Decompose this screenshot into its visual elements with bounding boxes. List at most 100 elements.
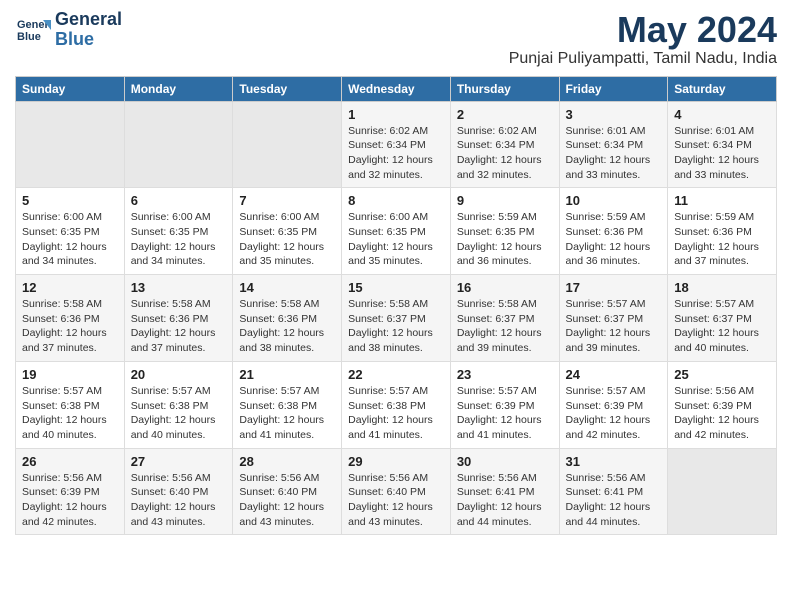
day-number: 25 xyxy=(674,367,770,382)
day-number: 5 xyxy=(22,193,118,208)
day-number: 27 xyxy=(131,454,227,469)
day-number: 1 xyxy=(348,107,444,122)
day-info: Sunrise: 5:57 AMSunset: 6:37 PMDaylight:… xyxy=(674,297,770,356)
week-row-3: 12 Sunrise: 5:58 AMSunset: 6:36 PMDayligh… xyxy=(16,275,777,362)
weekday-header-thursday: Thursday xyxy=(450,76,559,101)
day-number: 3 xyxy=(566,107,662,122)
day-info: Sunrise: 6:00 AMSunset: 6:35 PMDaylight:… xyxy=(239,210,335,269)
day-number: 11 xyxy=(674,193,770,208)
page-subtitle: Punjai Puliyampatti, Tamil Nadu, India xyxy=(509,50,777,68)
day-info: Sunrise: 5:57 AMSunset: 6:38 PMDaylight:… xyxy=(348,384,444,443)
day-number: 9 xyxy=(457,193,553,208)
page-header: General Blue General Blue May 2024 Punja… xyxy=(15,10,777,68)
day-number: 30 xyxy=(457,454,553,469)
calendar-cell: 13 Sunrise: 5:58 AMSunset: 6:36 PMDayligh… xyxy=(124,275,233,362)
title-block: May 2024 Punjai Puliyampatti, Tamil Nadu… xyxy=(509,10,777,68)
weekday-header-friday: Friday xyxy=(559,76,668,101)
day-info: Sunrise: 6:00 AMSunset: 6:35 PMDaylight:… xyxy=(22,210,118,269)
day-info: Sunrise: 5:56 AMSunset: 6:40 PMDaylight:… xyxy=(131,471,227,530)
week-row-2: 5 Sunrise: 6:00 AMSunset: 6:35 PMDaylight… xyxy=(16,188,777,275)
day-number: 13 xyxy=(131,280,227,295)
day-info: Sunrise: 5:59 AMSunset: 6:35 PMDaylight:… xyxy=(457,210,553,269)
day-number: 7 xyxy=(239,193,335,208)
logo-text-block: General Blue xyxy=(55,10,122,50)
weekday-header-sunday: Sunday xyxy=(16,76,125,101)
day-info: Sunrise: 5:58 AMSunset: 6:36 PMDaylight:… xyxy=(239,297,335,356)
day-info: Sunrise: 5:58 AMSunset: 6:36 PMDaylight:… xyxy=(22,297,118,356)
day-info: Sunrise: 6:00 AMSunset: 6:35 PMDaylight:… xyxy=(348,210,444,269)
day-info: Sunrise: 5:57 AMSunset: 6:38 PMDaylight:… xyxy=(239,384,335,443)
calendar-cell: 15Sunrise: 5:58 AMSunset: 6:37 PMDayligh… xyxy=(342,275,451,362)
calendar-cell: 3 Sunrise: 6:01 AMSunset: 6:34 PMDaylight… xyxy=(559,101,668,188)
day-number: 23 xyxy=(457,367,553,382)
weekday-header-tuesday: Tuesday xyxy=(233,76,342,101)
calendar-cell: 20Sunrise: 5:57 AMSunset: 6:38 PMDayligh… xyxy=(124,361,233,448)
calendar-cell: 2 Sunrise: 6:02 AMSunset: 6:34 PMDaylight… xyxy=(450,101,559,188)
day-info: Sunrise: 5:58 AMSunset: 6:37 PMDaylight:… xyxy=(348,297,444,356)
day-number: 2 xyxy=(457,107,553,122)
calendar-cell xyxy=(233,101,342,188)
calendar-cell: 31 Sunrise: 5:56 AMSunset: 6:41 PMDayligh… xyxy=(559,448,668,535)
calendar-cell: 23 Sunrise: 5:57 AMSunset: 6:39 PMDayligh… xyxy=(450,361,559,448)
day-info: Sunrise: 6:00 AMSunset: 6:35 PMDaylight:… xyxy=(131,210,227,269)
calendar-cell: 17Sunrise: 5:57 AMSunset: 6:37 PMDayligh… xyxy=(559,275,668,362)
day-info: Sunrise: 5:56 AMSunset: 6:40 PMDaylight:… xyxy=(239,471,335,530)
day-number: 18 xyxy=(674,280,770,295)
calendar-cell: 21 Sunrise: 5:57 AMSunset: 6:38 PMDayligh… xyxy=(233,361,342,448)
weekday-header-row: SundayMondayTuesdayWednesdayThursdayFrid… xyxy=(16,76,777,101)
logo-line2: Blue xyxy=(55,30,122,50)
calendar-cell: 28Sunrise: 5:56 AMSunset: 6:40 PMDayligh… xyxy=(233,448,342,535)
day-number: 22 xyxy=(348,367,444,382)
calendar-cell: 5 Sunrise: 6:00 AMSunset: 6:35 PMDaylight… xyxy=(16,188,125,275)
day-info: Sunrise: 5:59 AMSunset: 6:36 PMDaylight:… xyxy=(566,210,662,269)
day-number: 29 xyxy=(348,454,444,469)
calendar-cell: 26 Sunrise: 5:56 AMSunset: 6:39 PMDayligh… xyxy=(16,448,125,535)
calendar-cell: 14Sunrise: 5:58 AMSunset: 6:36 PMDayligh… xyxy=(233,275,342,362)
calendar-cell: 9 Sunrise: 5:59 AMSunset: 6:35 PMDaylight… xyxy=(450,188,559,275)
day-info: Sunrise: 5:56 AMSunset: 6:40 PMDaylight:… xyxy=(348,471,444,530)
day-info: Sunrise: 5:57 AMSunset: 6:39 PMDaylight:… xyxy=(457,384,553,443)
day-number: 21 xyxy=(239,367,335,382)
calendar-table: SundayMondayTuesdayWednesdayThursdayFrid… xyxy=(15,76,777,536)
day-info: Sunrise: 6:01 AMSunset: 6:34 PMDaylight:… xyxy=(674,124,770,183)
day-info: Sunrise: 5:56 AMSunset: 6:41 PMDaylight:… xyxy=(566,471,662,530)
weekday-header-wednesday: Wednesday xyxy=(342,76,451,101)
day-info: Sunrise: 5:56 AMSunset: 6:39 PMDaylight:… xyxy=(22,471,118,530)
calendar-cell: 16Sunrise: 5:58 AMSunset: 6:37 PMDayligh… xyxy=(450,275,559,362)
weekday-header-monday: Monday xyxy=(124,76,233,101)
day-number: 24 xyxy=(566,367,662,382)
day-number: 17 xyxy=(566,280,662,295)
calendar-cell: 27 Sunrise: 5:56 AMSunset: 6:40 PMDayligh… xyxy=(124,448,233,535)
calendar-cell: 11Sunrise: 5:59 AMSunset: 6:36 PMDayligh… xyxy=(668,188,777,275)
day-info: Sunrise: 6:02 AMSunset: 6:34 PMDaylight:… xyxy=(348,124,444,183)
svg-text:Blue: Blue xyxy=(17,31,41,43)
day-info: Sunrise: 5:56 AMSunset: 6:39 PMDaylight:… xyxy=(674,384,770,443)
calendar-cell xyxy=(668,448,777,535)
week-row-5: 26 Sunrise: 5:56 AMSunset: 6:39 PMDayligh… xyxy=(16,448,777,535)
day-info: Sunrise: 5:57 AMSunset: 6:38 PMDaylight:… xyxy=(22,384,118,443)
calendar-cell xyxy=(124,101,233,188)
calendar-cell: 18 Sunrise: 5:57 AMSunset: 6:37 PMDayligh… xyxy=(668,275,777,362)
day-info: Sunrise: 6:02 AMSunset: 6:34 PMDaylight:… xyxy=(457,124,553,183)
calendar-cell: 4 Sunrise: 6:01 AMSunset: 6:34 PMDaylight… xyxy=(668,101,777,188)
day-number: 19 xyxy=(22,367,118,382)
day-info: Sunrise: 6:01 AMSunset: 6:34 PMDaylight:… xyxy=(566,124,662,183)
calendar-cell: 30Sunrise: 5:56 AMSunset: 6:41 PMDayligh… xyxy=(450,448,559,535)
day-number: 10 xyxy=(566,193,662,208)
day-number: 26 xyxy=(22,454,118,469)
day-number: 6 xyxy=(131,193,227,208)
day-number: 12 xyxy=(22,280,118,295)
calendar-cell: 22 Sunrise: 5:57 AMSunset: 6:38 PMDayligh… xyxy=(342,361,451,448)
calendar-cell: 10 Sunrise: 5:59 AMSunset: 6:36 PMDayligh… xyxy=(559,188,668,275)
calendar-cell xyxy=(16,101,125,188)
day-info: Sunrise: 5:58 AMSunset: 6:36 PMDaylight:… xyxy=(131,297,227,356)
calendar-cell: 7 Sunrise: 6:00 AMSunset: 6:35 PMDaylight… xyxy=(233,188,342,275)
calendar-cell: 24 Sunrise: 5:57 AMSunset: 6:39 PMDayligh… xyxy=(559,361,668,448)
page-title: May 2024 xyxy=(509,10,777,50)
calendar-cell: 29 Sunrise: 5:56 AMSunset: 6:40 PMDayligh… xyxy=(342,448,451,535)
day-number: 4 xyxy=(674,107,770,122)
calendar-cell: 12 Sunrise: 5:58 AMSunset: 6:36 PMDayligh… xyxy=(16,275,125,362)
day-info: Sunrise: 5:57 AMSunset: 6:39 PMDaylight:… xyxy=(566,384,662,443)
day-info: Sunrise: 5:57 AMSunset: 6:38 PMDaylight:… xyxy=(131,384,227,443)
day-number: 31 xyxy=(566,454,662,469)
